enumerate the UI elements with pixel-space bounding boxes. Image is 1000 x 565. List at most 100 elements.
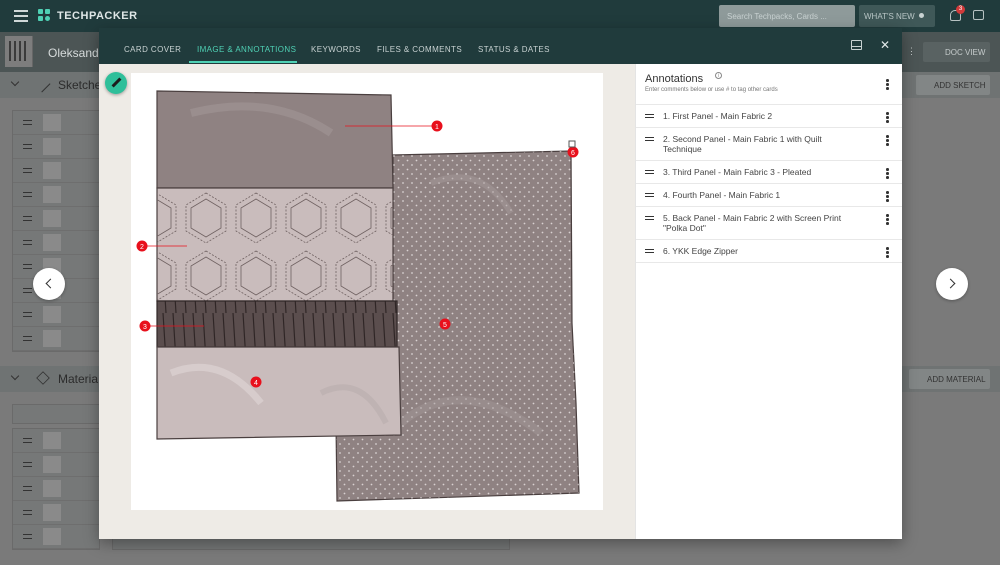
annotation-text: 4. Fourth Panel - Main Fabric 1 — [663, 190, 781, 200]
annotation-marker-2[interactable]: 2 — [136, 240, 148, 252]
annotation-item[interactable]: 4. Fourth Panel - Main Fabric 1 — [636, 183, 902, 206]
annotations-menu-icon[interactable] — [886, 79, 889, 91]
annotation-text: 6. YKK Edge Zipper — [663, 246, 738, 256]
annotation-text: 3. Third Panel - Main Fabric 3 - Pleated — [663, 167, 812, 177]
drag-handle-icon[interactable] — [645, 170, 654, 174]
svg-text:2: 2 — [140, 244, 144, 251]
list-item[interactable] — [13, 477, 99, 501]
list-item[interactable] — [13, 303, 99, 327]
annotation-list: 1. First Panel - Main Fabric 2 2. Second… — [636, 104, 902, 263]
menu-icon[interactable] — [14, 10, 28, 22]
sketch-drawing: 1 2 3 4 5 6 — [136, 90, 580, 502]
item-menu-icon[interactable] — [886, 168, 889, 180]
add-material-button[interactable]: ADD MATERIAL — [909, 369, 990, 389]
modal-tab-bar: CARD COVER IMAGE & ANNOTATIONS KEYWORDS … — [99, 28, 902, 64]
previous-card-button[interactable] — [33, 268, 65, 300]
whats-new-button[interactable]: WHAT'S NEW — [859, 5, 935, 27]
first-panel[interactable] — [156, 90, 394, 189]
item-menu-icon[interactable] — [886, 135, 889, 147]
notification-badge: 3 — [956, 5, 965, 14]
annotation-text: 2. Second Panel - Main Fabric 1 with Qui… — [663, 134, 822, 154]
list-item[interactable] — [13, 231, 99, 255]
material-list — [12, 428, 100, 550]
drag-handle-icon[interactable] — [645, 193, 654, 197]
active-tab-indicator — [189, 61, 297, 63]
doc-view-button[interactable]: DOC VIEW — [923, 42, 990, 62]
tab-status-dates[interactable]: STATUS & DATES — [478, 28, 550, 64]
list-item[interactable] — [13, 525, 99, 549]
svg-text:5: 5 — [443, 322, 447, 329]
panel-toggle-icon[interactable] — [851, 40, 862, 50]
brand-logo[interactable]: TECHPACKER — [38, 9, 138, 22]
chevron-down-icon[interactable] — [10, 371, 20, 381]
tab-image-annotations[interactable]: IMAGE & ANNOTATIONS — [197, 28, 296, 64]
annotation-item[interactable]: 1. First Panel - Main Fabric 2 — [636, 104, 902, 127]
annotation-text: 1. First Panel - Main Fabric 2 — [663, 111, 773, 121]
sketches-title: Sketche — [58, 78, 102, 92]
annotations-title: Annotations — [645, 73, 704, 85]
list-item[interactable] — [13, 207, 99, 231]
add-sketch-button[interactable]: ADD SKETCH — [916, 75, 990, 95]
list-end-divider — [636, 262, 902, 263]
info-icon[interactable]: i — [715, 72, 722, 79]
tab-keywords[interactable]: KEYWORDS — [311, 28, 361, 64]
list-item[interactable] — [13, 429, 99, 453]
list-item[interactable] — [13, 135, 99, 159]
svg-text:6: 6 — [571, 150, 575, 157]
status-dot-icon — [918, 13, 924, 18]
item-menu-icon[interactable] — [886, 214, 889, 226]
annotation-item[interactable]: 6. YKK Edge Zipper — [636, 239, 902, 262]
second-panel[interactable] — [156, 187, 394, 302]
sketch-canvas[interactable]: 1 2 3 4 5 6 — [131, 73, 603, 510]
annotation-text: 5. Back Panel - Main Fabric 2 with Scree… — [663, 213, 842, 233]
svg-text:3: 3 — [143, 324, 147, 331]
zipper-pull-icon — [568, 140, 576, 148]
item-menu-icon[interactable] — [886, 247, 889, 259]
close-icon[interactable]: ✕ — [880, 39, 890, 51]
annotations-subtitle: Enter comments below or use # to tag oth… — [645, 87, 778, 93]
list-item[interactable] — [13, 327, 99, 351]
annotation-item[interactable]: 2. Second Panel - Main Fabric 1 with Qui… — [636, 127, 902, 160]
next-card-button[interactable] — [936, 268, 968, 300]
techpack-thumbnail — [5, 36, 33, 67]
item-menu-icon[interactable] — [886, 191, 889, 203]
annotation-marker-4[interactable]: 4 — [250, 376, 262, 388]
svg-text:1: 1 — [435, 124, 439, 131]
search-input[interactable]: Search Techpacks, Cards ... — [719, 5, 855, 27]
whats-new-label: WHAT'S NEW — [864, 12, 915, 21]
annotation-marker-5[interactable]: 5 — [439, 318, 451, 330]
cube-icon — [36, 371, 50, 385]
edit-pencil-button[interactable] — [105, 72, 127, 94]
list-item[interactable] — [13, 183, 99, 207]
list-item[interactable] — [13, 501, 99, 525]
chevron-down-icon[interactable] — [10, 77, 20, 87]
list-item[interactable] — [13, 159, 99, 183]
chat-icon[interactable] — [973, 10, 984, 20]
techpack-name: Oleksand — [48, 46, 99, 60]
drag-handle-icon[interactable] — [645, 249, 654, 253]
drag-handle-icon[interactable] — [645, 137, 654, 141]
techpacker-logo-icon — [38, 9, 51, 22]
annotation-marker-1[interactable]: 1 — [431, 120, 443, 132]
item-menu-icon[interactable] — [886, 112, 889, 124]
annotations-panel: Annotations i Enter comments below or us… — [635, 64, 902, 539]
list-item[interactable] — [13, 453, 99, 477]
third-panel[interactable] — [156, 300, 398, 348]
fourth-panel[interactable] — [156, 346, 402, 440]
annotation-item[interactable]: 3. Third Panel - Main Fabric 3 - Pleated — [636, 160, 902, 183]
annotation-marker-6[interactable]: 6 — [567, 146, 579, 158]
annotation-marker-3[interactable]: 3 — [139, 320, 151, 332]
list-item[interactable] — [13, 111, 99, 135]
tab-files-comments[interactable]: FILES & COMMENTS — [377, 28, 462, 64]
sketch-list — [12, 110, 100, 352]
card-modal: CARD COVER IMAGE & ANNOTATIONS KEYWORDS … — [99, 28, 902, 539]
tab-card-cover[interactable]: CARD COVER — [124, 28, 181, 64]
drag-handle-icon[interactable] — [645, 216, 654, 220]
svg-text:4: 4 — [254, 380, 258, 387]
pencil-icon — [33, 75, 51, 93]
brand-name: TECHPACKER — [57, 9, 138, 22]
more-icon[interactable]: ⋮ — [907, 46, 916, 57]
materials-table-header — [12, 404, 100, 424]
annotation-item[interactable]: 5. Back Panel - Main Fabric 2 with Scree… — [636, 206, 902, 239]
drag-handle-icon[interactable] — [645, 114, 654, 118]
